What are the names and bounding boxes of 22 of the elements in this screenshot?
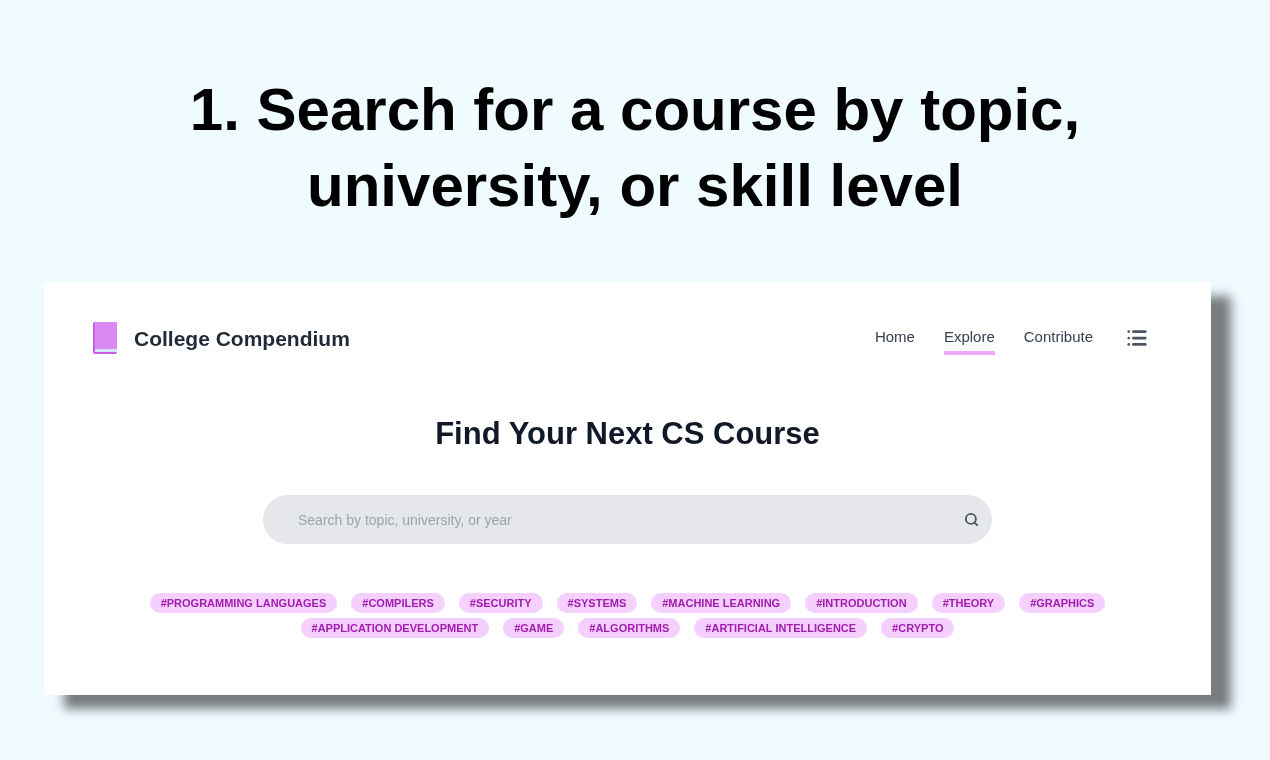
topic-tag[interactable]: #THEORY xyxy=(931,593,1006,613)
topic-tag[interactable]: #SECURITY xyxy=(458,593,543,613)
nav-link[interactable]: Explore xyxy=(943,322,995,355)
caption-heading: 1. Search for a course by topic, university, or skill level xyxy=(188,75,1082,221)
topic-tag[interactable]: #CRYPTO xyxy=(881,618,955,638)
page-title: Find Your Next CS Course xyxy=(435,414,820,453)
book-icon xyxy=(93,322,117,355)
nav-link[interactable]: Contribute xyxy=(1023,322,1093,355)
topic-tag[interactable]: #APPLICATION DEVELOPMENT xyxy=(300,618,490,638)
search-icon[interactable] xyxy=(964,512,979,527)
topic-tag[interactable]: #COMPILERS xyxy=(351,593,445,613)
topic-tag[interactable]: #GRAPHICS xyxy=(1019,593,1106,613)
topic-tag[interactable]: #MACHINE LEARNING xyxy=(651,593,792,613)
topic-tag[interactable]: #GAME xyxy=(503,618,565,638)
search-field[interactable]: Search by topic, university, or year xyxy=(263,495,992,544)
nav-link[interactable]: Home xyxy=(874,322,915,355)
topic-tag[interactable]: #SYSTEMS xyxy=(556,593,638,613)
topic-tag[interactable]: #ALGORITHMS xyxy=(578,618,681,638)
topic-tag[interactable]: #ARTIFICIAL INTELLIGENCE xyxy=(694,618,868,638)
topic-tag[interactable]: #INTRODUCTION xyxy=(805,593,918,613)
brand-name: College Compendium xyxy=(134,325,350,352)
topic-tag[interactable]: #PROGRAMMING LANGUAGES xyxy=(149,593,338,613)
